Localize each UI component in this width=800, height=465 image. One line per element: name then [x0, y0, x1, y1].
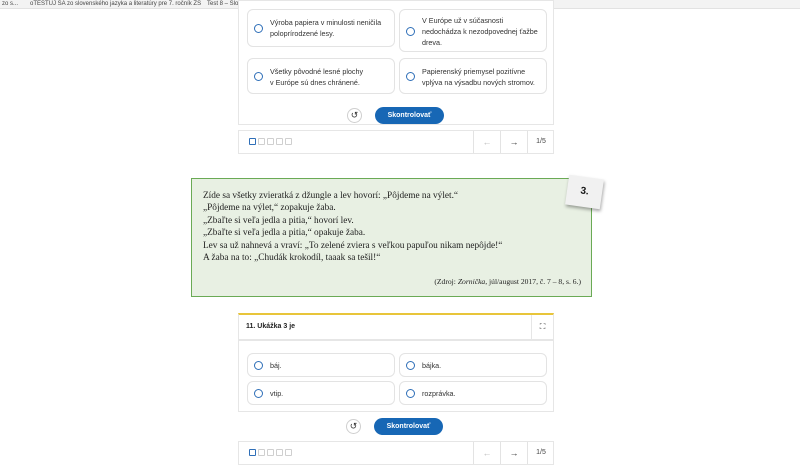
progress-dot[interactable] — [276, 449, 283, 456]
answer-text: V Európe už v súčasnosti nedochádza k ne… — [422, 16, 538, 47]
progress-dot[interactable] — [285, 449, 292, 456]
excerpt-text: Zíde sa všetky zvieratká z džungle a lev… — [203, 190, 502, 264]
question-footer-top: ← → 1/5 — [238, 130, 554, 154]
reset-button[interactable]: ↺ — [346, 419, 361, 434]
question-card-top: Výroba papiera v minulosti neničila polo… — [238, 0, 554, 125]
undo-icon: ↺ — [349, 421, 358, 431]
next-arrow-icon[interactable]: → — [502, 442, 526, 464]
divider — [473, 131, 474, 153]
reset-button[interactable]: ↺ — [347, 108, 362, 123]
progress-dot[interactable] — [267, 449, 274, 456]
answer-text: Všetky pôvodné lesné plochy v Európe sú … — [270, 67, 364, 87]
answer-option[interactable]: Papierenský priemysel pozitívne vplýva n… — [399, 58, 547, 94]
answer-text: Výroba papiera v minulosti neničila polo… — [270, 18, 382, 38]
answer-text: bájka. — [422, 361, 442, 370]
page-counter: 1/5 — [536, 138, 546, 145]
undo-icon: ↺ — [350, 110, 359, 120]
next-arrow-icon[interactable]: → — [502, 131, 526, 153]
excerpt-line: Zíde sa všetky zvieratká z džungle a lev… — [203, 191, 459, 201]
radio-button[interactable] — [406, 27, 415, 36]
radio-button[interactable] — [254, 389, 263, 398]
prev-arrow-icon[interactable]: ← — [475, 131, 499, 153]
progress-dot[interactable] — [249, 138, 256, 145]
answer-text: Papierenský priemysel pozitívne vplýva n… — [422, 67, 535, 87]
answer-text: báj. — [270, 361, 282, 370]
progress-dot[interactable] — [276, 138, 283, 145]
check-button[interactable]: Skontrolovať — [374, 418, 443, 435]
browser-tab[interactable]: zo s... — [2, 0, 18, 8]
radio-button[interactable] — [254, 24, 263, 33]
excerpt-number-badge: 3. — [565, 174, 604, 210]
radio-button[interactable] — [406, 72, 415, 81]
excerpt-line: „Zbaľte si veľa jedla a pitia,“ opakuje … — [203, 228, 366, 239]
excerpt-source: (Zdroj: Zornička, júl/august 2017, č. 7 … — [434, 277, 581, 286]
page-counter: 1/5 — [536, 449, 546, 456]
progress-dot[interactable] — [249, 449, 256, 456]
progress-dot[interactable] — [285, 138, 292, 145]
progress-dot[interactable] — [258, 449, 265, 456]
progress-dot[interactable] — [258, 138, 265, 145]
answer-option[interactable]: báj. — [247, 353, 395, 377]
radio-button[interactable] — [254, 361, 263, 370]
answer-text: rozprávka. — [422, 389, 456, 398]
excerpt-box: Zíde sa všetky zvieratká z džungle a lev… — [191, 178, 592, 297]
divider — [500, 131, 501, 153]
check-button[interactable]: Skontrolovať — [375, 107, 444, 124]
answer-option[interactable]: rozprávka. — [399, 381, 547, 405]
divider — [473, 442, 474, 464]
radio-button[interactable] — [406, 361, 415, 370]
radio-button[interactable] — [406, 389, 415, 398]
excerpt-line: A žaba na to: „Chudák krokodíl, taaak sa… — [203, 253, 381, 264]
answer-text: vtip. — [270, 389, 284, 398]
radio-button[interactable] — [254, 72, 263, 81]
excerpt-line: „Pôjdeme na výlet,“ zopakuje žaba. — [203, 203, 336, 214]
question-title: 11. Ukážka 3 je — [246, 323, 296, 330]
answer-option[interactable]: Všetky pôvodné lesné plochy v Európe sú … — [247, 58, 395, 94]
answer-option[interactable]: Výroba papiera v minulosti neničila polo… — [247, 9, 395, 47]
answer-option[interactable]: bájka. — [399, 353, 547, 377]
expand-icon[interactable]: ⛶ — [531, 315, 553, 339]
browser-tab[interactable]: oTESTUJ SA zo slovenského jazyka a liter… — [30, 0, 201, 8]
excerpt-line: Lev sa už nahnevá a vraví: „To zelené zv… — [203, 240, 503, 251]
answer-option[interactable]: V Európe už v súčasnosti nedochádza k ne… — [399, 9, 547, 52]
prev-arrow-icon[interactable]: ← — [475, 442, 499, 464]
progress-dot[interactable] — [267, 138, 274, 145]
question-header: 11. Ukážka 3 je ⛶ — [238, 313, 554, 340]
answer-option[interactable]: vtip. — [247, 381, 395, 405]
excerpt-line: „Zbaľte si veľa jedla a pitia,“ hovorí l… — [203, 215, 354, 226]
divider — [500, 442, 501, 464]
question-card-11: báj. bájka. vtip. rozprávka. — [238, 340, 554, 412]
question-footer-bottom: ← → 1/5 — [238, 441, 554, 465]
